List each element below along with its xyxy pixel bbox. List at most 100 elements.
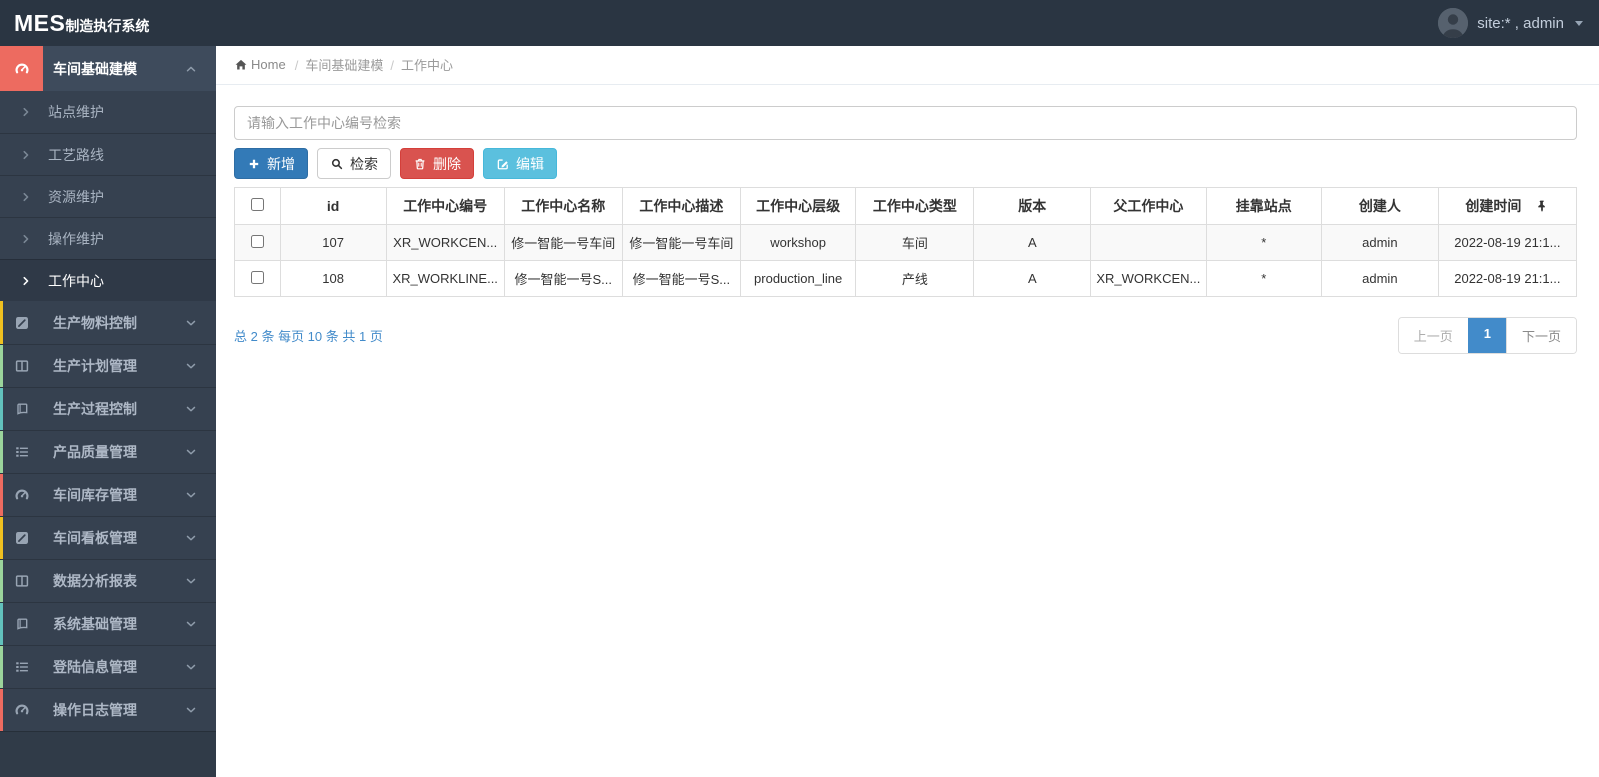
button-label: 检索 [350, 155, 378, 172]
chevron-down-icon [186, 535, 196, 541]
编辑-button[interactable]: 编辑 [483, 148, 557, 179]
table-cell: A [973, 260, 1092, 297]
sidebar-item-工艺路线[interactable]: 工艺路线 [0, 133, 216, 175]
sidebar-group-数据分析报表[interactable]: 数据分析报表 [0, 559, 216, 602]
sidebar-item-资源维护[interactable]: 资源维护 [0, 175, 216, 217]
row-select-cell [234, 260, 281, 297]
logo-primary: MES [14, 9, 66, 36]
table-cell: 产线 [855, 260, 975, 297]
dashboard-icon [0, 46, 43, 91]
breadcrumb-home[interactable]: Home [234, 57, 286, 72]
sidebar-group-生产计划管理[interactable]: 生产计划管理 [0, 344, 216, 387]
row-checkbox[interactable] [250, 234, 264, 248]
table-row: 108 XR_WORKLINE... 修一智能一号S... 修一智能一号S... pro… [234, 260, 1578, 297]
table-cell: XR_WORKCEN... [385, 224, 505, 261]
sidebar-group-workshop-modeling[interactable]: 车间基础建模 [0, 46, 216, 91]
group-color-stripe [0, 431, 3, 473]
table-cell: 107 [279, 224, 387, 261]
pagination-prev-button[interactable]: 上一页 [1398, 318, 1468, 353]
sidebar-item-操作维护[interactable]: 操作维护 [0, 217, 216, 259]
button-label: 删除 [433, 155, 461, 172]
select-all-checkbox[interactable] [250, 198, 264, 211]
pagination-page-1-button[interactable]: 1 [1467, 318, 1506, 353]
table-cell: 108 [279, 260, 387, 297]
sidebar-group-操作日志管理[interactable]: 操作日志管理 [0, 688, 216, 731]
sidebar-submenu: 站点维护工艺路线资源维护操作维护工作中心 [0, 91, 216, 301]
list-icon [15, 447, 28, 457]
sidebar-group-label: 系统基础管理 [53, 616, 137, 632]
trash-icon [415, 158, 425, 169]
sidebar-group-登陆信息管理[interactable]: 登陆信息管理 [0, 645, 216, 688]
button-label: 新增 [267, 155, 295, 172]
table-cell: workshop [739, 224, 857, 261]
book-icon [16, 618, 27, 630]
sidebar-group-生产物料控制[interactable]: 生产物料控制 [0, 301, 216, 344]
table-cell: XR_WORKCEN... [1090, 260, 1207, 297]
column-header-工作中心描述: 工作中心描述 [621, 187, 741, 225]
table-cell: 修一智能一号车间 [503, 224, 623, 261]
chevron-down-icon [186, 449, 196, 455]
group-color-stripe [0, 474, 3, 516]
dashboard-icon [15, 63, 28, 73]
chevron-down-icon [186, 707, 196, 713]
column-header-工作中心类型: 工作中心类型 [855, 187, 975, 225]
sidebar-group-车间库存管理[interactable]: 车间库存管理 [0, 473, 216, 516]
user-menu[interactable]: site:* , admin [1438, 8, 1583, 38]
column-header-父工作中心: 父工作中心 [1090, 187, 1207, 225]
group-color-stripe [0, 603, 3, 645]
workcenter-table: id 工作中心编号 工作中心名称 工作中心描述 工作中心层级 工作中心类型 版本 父工作中心挂… [234, 187, 1578, 297]
sidebar-group-label: 操作日志管理 [53, 702, 137, 718]
chevron-down-icon [186, 621, 196, 627]
select-all-header-cell [234, 187, 281, 225]
table-footer: 总 2 条 每页 10 条 共 1 页 上一页 1 下一页 [234, 317, 1577, 354]
chevron-right-icon [23, 150, 29, 159]
sidebar-item-工作中心[interactable]: 工作中心 [0, 259, 216, 301]
检索-button[interactable]: 检索 [317, 148, 391, 179]
新增-button[interactable]: 新增 [234, 148, 308, 179]
home-icon [235, 59, 247, 70]
book-icon [16, 403, 27, 415]
table-cell: admin [1320, 260, 1439, 297]
sidebar-item-label: 工作中心 [48, 272, 104, 289]
chevron-up-icon [184, 62, 198, 76]
app-logo[interactable]: MES 制造执行系统 [14, 10, 149, 37]
sidebar-group-车间看板管理[interactable]: 车间看板管理 [0, 516, 216, 559]
row-checkbox[interactable] [250, 270, 264, 284]
dashboard-icon [15, 489, 28, 500]
column-header-创建人: 创建人 [1320, 187, 1439, 225]
table-header-row: id 工作中心编号 工作中心名称 工作中心描述 工作中心层级 工作中心类型 版本 父工作中心挂… [234, 187, 1578, 225]
sidebar-group-label: 数据分析报表 [53, 573, 137, 589]
group-color-stripe [0, 388, 3, 430]
search-input[interactable] [234, 106, 1577, 140]
table-cell: * [1205, 260, 1322, 297]
pin-icon[interactable] [1535, 199, 1549, 216]
sidebar-group-生产过程控制[interactable]: 生产过程控制 [0, 387, 216, 430]
caret-down-icon [1575, 20, 1583, 26]
sidebar-group-系统基础管理[interactable]: 系统基础管理 [0, 602, 216, 645]
column-header-版本: 版本 [973, 187, 1092, 225]
table-cell [1090, 224, 1207, 261]
pagination-next-button[interactable]: 下一页 [1505, 318, 1576, 353]
chevron-down-icon [186, 406, 196, 412]
chevron-right-icon [23, 276, 29, 285]
sidebar-group-产品质量管理[interactable]: 产品质量管理 [0, 430, 216, 473]
sidebar: 车间基础建模 站点维护工艺路线资源维护操作维护工作中心 生产物料控制 生产计划管理… [0, 46, 216, 777]
column-header-工作中心层级: 工作中心层级 [739, 187, 857, 225]
chevron-right-icon [23, 107, 29, 117]
table-cell: 2022-08-19 21:1... [1437, 260, 1578, 297]
columns-icon [15, 360, 28, 372]
chevron-down-icon [186, 664, 196, 670]
sidebar-item-label: 站点维护 [48, 104, 104, 120]
pencil-icon [15, 532, 28, 544]
breadcrumb-link[interactable]: 车间基础建模 [305, 58, 383, 73]
sidebar-filler [0, 731, 216, 777]
columns-icon [15, 575, 28, 587]
删除-button[interactable]: 删除 [400, 148, 474, 179]
logo-secondary: 制造执行系统 [65, 17, 150, 34]
sidebar-item-站点维护[interactable]: 站点维护 [0, 91, 216, 133]
main-content: Home / 车间基础建模 / 工作中心 新增 检索 删除 编辑 id工作中心编号工作中心名… [216, 46, 1599, 777]
sidebar-item-label: 资源维护 [48, 188, 104, 205]
sidebar-item-label: 操作维护 [48, 230, 104, 247]
dashboard-icon [15, 704, 28, 715]
search-icon [331, 158, 343, 169]
